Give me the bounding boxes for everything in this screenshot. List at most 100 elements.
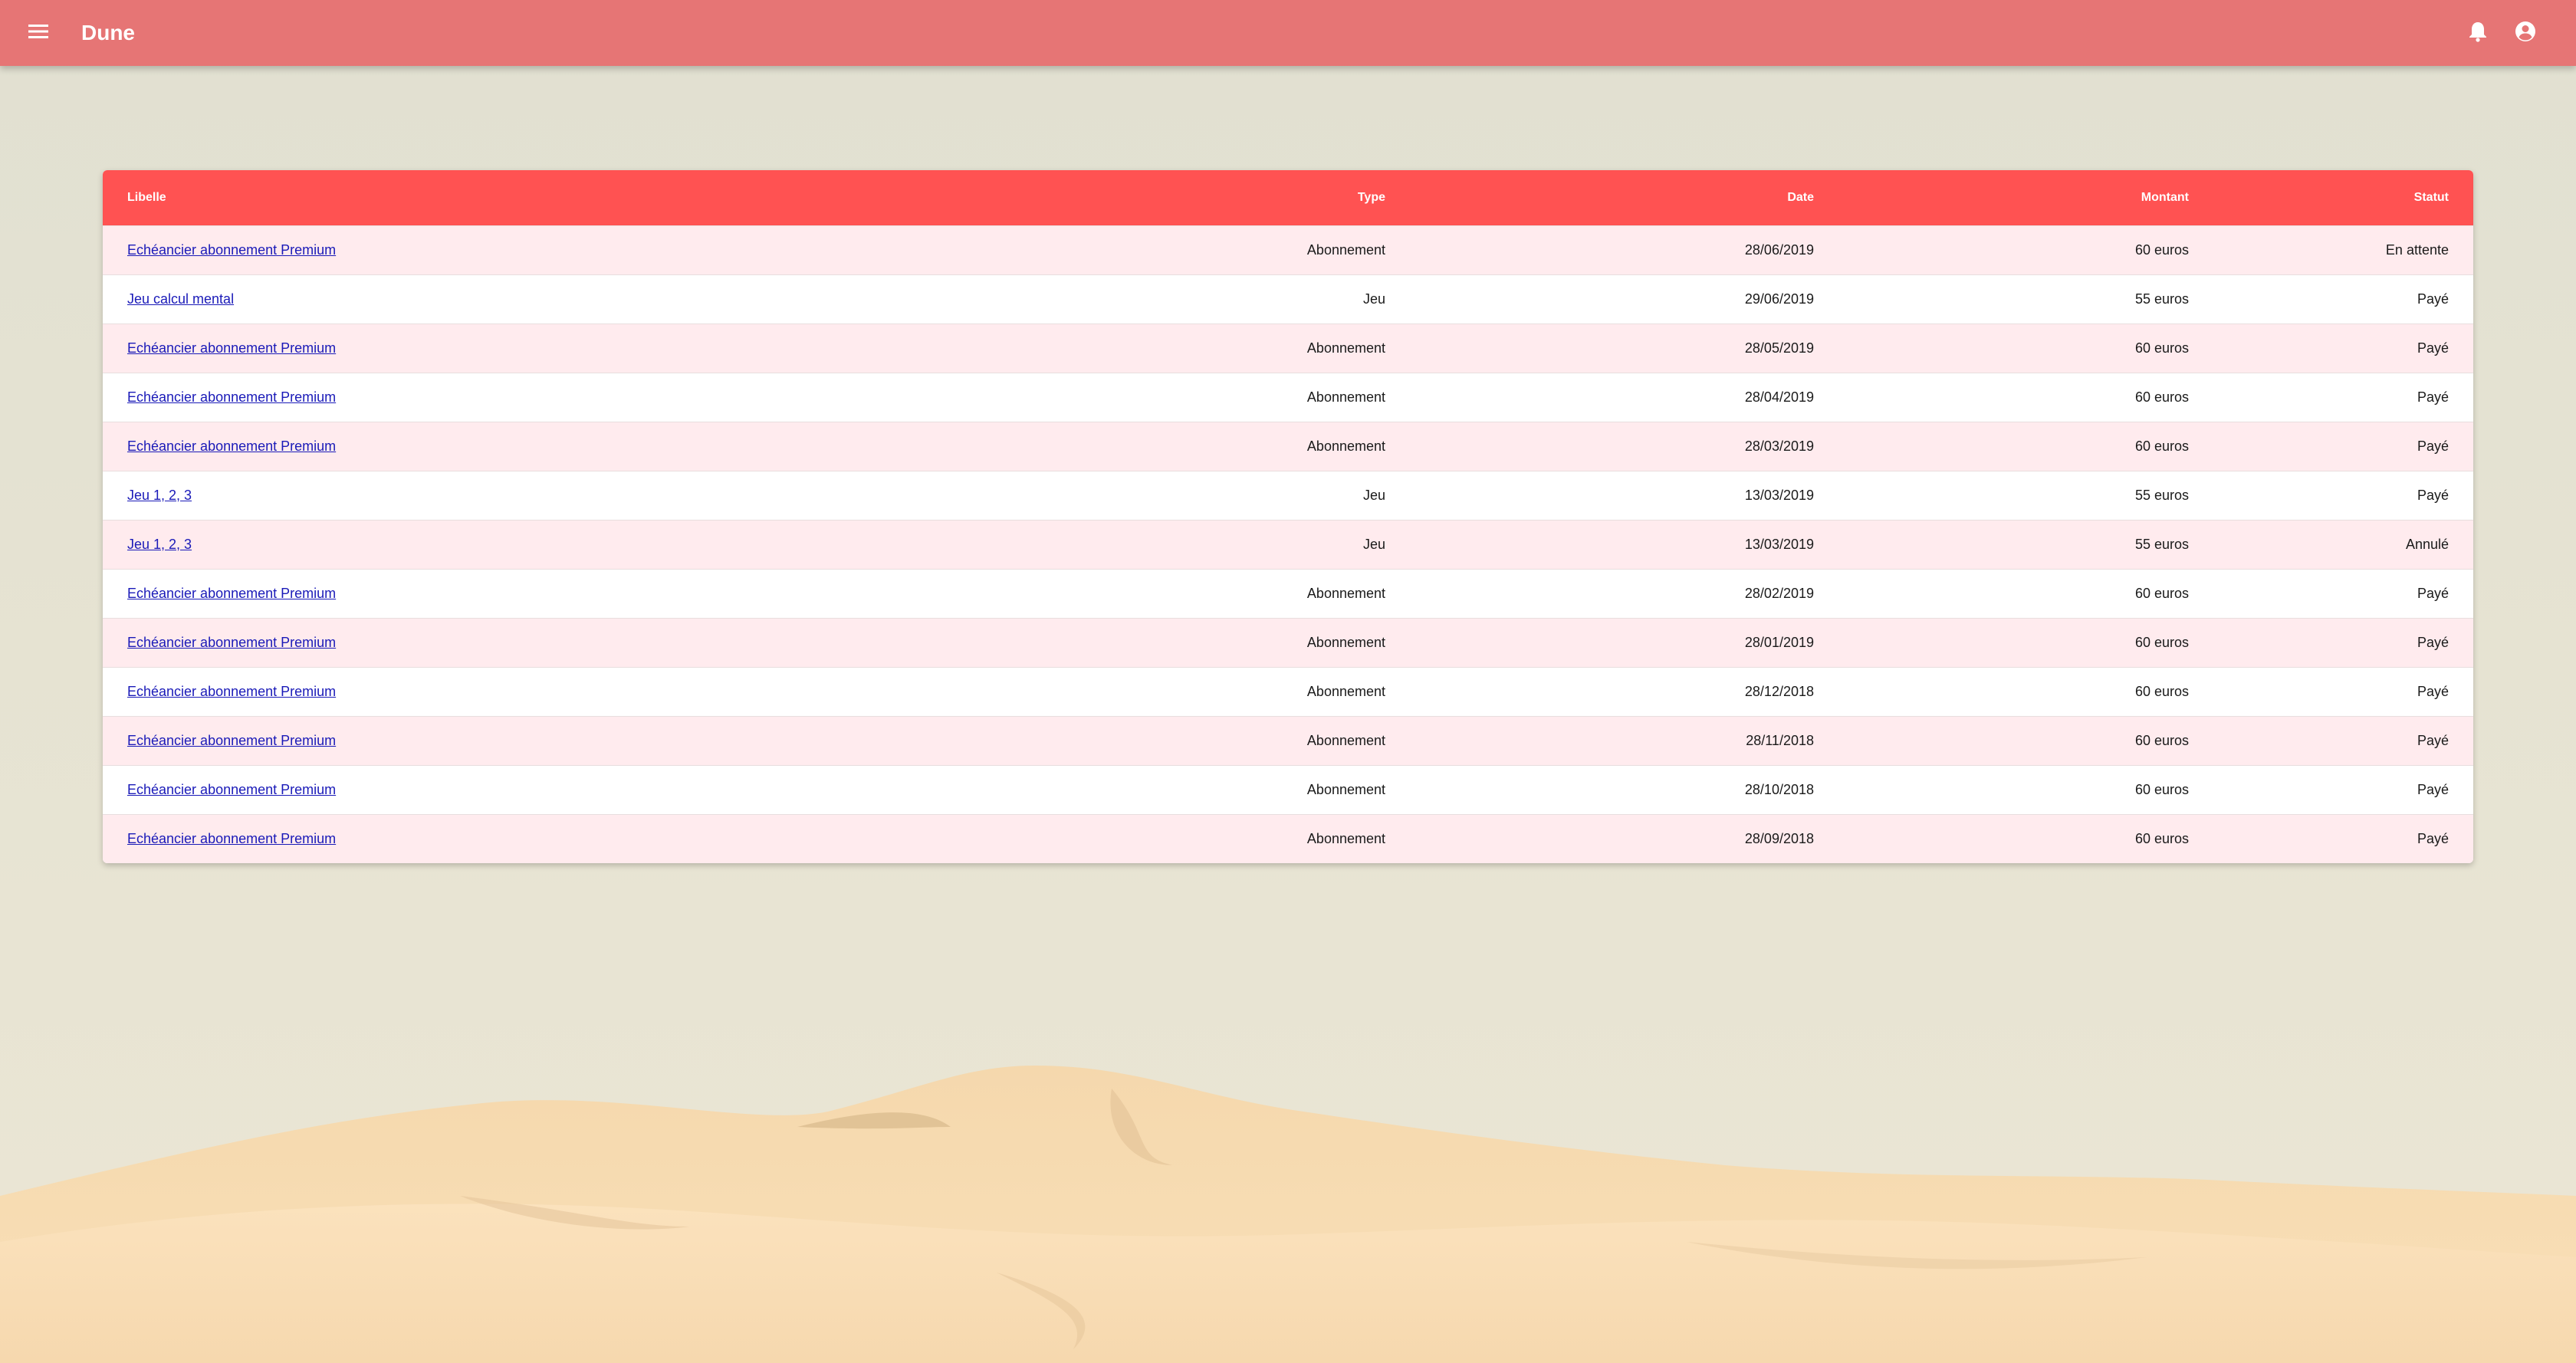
libelle-link[interactable]: Echéancier abonnement Premium <box>127 782 336 797</box>
cell-type: Jeu <box>1362 291 1385 307</box>
cell-libelle: Echéancier abonnement Premium <box>103 422 1202 471</box>
cell-type: Abonnement <box>1306 830 1385 846</box>
cell-libelle: Jeu 1, 2, 3 <box>103 471 1202 520</box>
cell-date: 28/01/2019 <box>1744 634 1814 650</box>
cell-statut: Payé <box>2417 487 2449 503</box>
cell-statut: Payé <box>2417 781 2449 797</box>
cell-montant: 60 euros <box>2134 732 2189 748</box>
cell-montant: 60 euros <box>2134 340 2189 356</box>
account-button[interactable] <box>2509 16 2542 50</box>
cell-date: 28/04/2019 <box>1744 389 1814 405</box>
table-row: Echéancier abonnement Premium Abonnement… <box>103 814 2473 863</box>
column-header-libelle[interactable]: Libelle <box>103 170 1202 225</box>
cell-montant: 55 euros <box>2134 487 2189 503</box>
cell-libelle: Echéancier abonnement Premium <box>103 618 1202 667</box>
cell-statut: Payé <box>2417 830 2449 846</box>
table-header-row: Libelle Type Date Montant Statut <box>103 170 2473 225</box>
cell-montant: 60 euros <box>2134 683 2189 699</box>
cell-libelle: Echéancier abonnement Premium <box>103 225 1202 274</box>
cell-statut: Payé <box>2417 683 2449 699</box>
cell-date: 13/03/2019 <box>1744 487 1814 503</box>
column-header-montant[interactable]: Montant <box>1838 170 2213 225</box>
notifications-button[interactable] <box>2461 16 2495 50</box>
column-header-type[interactable]: Type <box>1202 170 1410 225</box>
cell-libelle: Echéancier abonnement Premium <box>103 373 1202 422</box>
cell-libelle: Echéancier abonnement Premium <box>103 765 1202 814</box>
menu-button[interactable] <box>21 16 55 50</box>
cell-montant: 60 euros <box>2134 634 2189 650</box>
cell-date: 28/05/2019 <box>1744 340 1814 356</box>
table-row: Echéancier abonnement Premium Abonnement… <box>103 667 2473 716</box>
cell-libelle: Echéancier abonnement Premium <box>103 814 1202 863</box>
cell-date: 28/06/2019 <box>1744 241 1814 258</box>
cell-montant: 60 euros <box>2134 438 2189 454</box>
libelle-link[interactable]: Echéancier abonnement Premium <box>127 340 336 356</box>
cell-date: 28/12/2018 <box>1744 683 1814 699</box>
libelle-link[interactable]: Jeu calcul mental <box>127 291 234 307</box>
cell-statut: Payé <box>2417 291 2449 307</box>
cell-montant: 55 euros <box>2134 536 2189 552</box>
table-row: Echéancier abonnement Premium Abonnement… <box>103 569 2473 618</box>
app-title: Dune <box>81 21 135 44</box>
table-row: Echéancier abonnement Premium Abonnement… <box>103 324 2473 373</box>
cell-type: Abonnement <box>1306 340 1385 356</box>
cell-montant: 60 euros <box>2134 389 2189 405</box>
table-row: Echéancier abonnement Premium Abonnement… <box>103 716 2473 765</box>
cell-libelle: Echéancier abonnement Premium <box>103 716 1202 765</box>
column-header-date[interactable]: Date <box>1410 170 1838 225</box>
table-row: Jeu calcul mental Jeu 29/06/2019 55 euro… <box>103 274 2473 324</box>
libelle-link[interactable]: Echéancier abonnement Premium <box>127 389 336 405</box>
table-row: Jeu 1, 2, 3 Jeu 13/03/2019 55 euros Annu… <box>103 520 2473 569</box>
cell-date: 13/03/2019 <box>1744 536 1814 552</box>
libelle-link[interactable]: Jeu 1, 2, 3 <box>127 488 192 503</box>
cell-type: Abonnement <box>1306 389 1385 405</box>
column-header-statut[interactable]: Statut <box>2213 170 2473 225</box>
cell-date: 28/09/2018 <box>1744 830 1814 846</box>
libelle-link[interactable]: Echéancier abonnement Premium <box>127 438 336 454</box>
cell-montant: 55 euros <box>2134 291 2189 307</box>
cell-libelle: Echéancier abonnement Premium <box>103 324 1202 373</box>
cell-libelle: Jeu calcul mental <box>103 274 1202 324</box>
cell-type: Abonnement <box>1306 781 1385 797</box>
payments-table-card: Libelle Type Date Montant Statut Echéanc… <box>103 170 2473 863</box>
libelle-link[interactable]: Echéancier abonnement Premium <box>127 733 336 748</box>
cell-date: 28/02/2019 <box>1744 585 1814 601</box>
cell-montant: 60 euros <box>2134 241 2189 258</box>
libelle-link[interactable]: Echéancier abonnement Premium <box>127 635 336 650</box>
cell-statut: Payé <box>2417 389 2449 405</box>
cell-date: 28/10/2018 <box>1744 781 1814 797</box>
cell-date: 29/06/2019 <box>1744 291 1814 307</box>
cell-type: Abonnement <box>1306 634 1385 650</box>
cell-montant: 60 euros <box>2134 781 2189 797</box>
cell-statut: Annulé <box>2405 536 2449 552</box>
cell-type: Abonnement <box>1306 683 1385 699</box>
cell-libelle: Echéancier abonnement Premium <box>103 569 1202 618</box>
libelle-link[interactable]: Echéancier abonnement Premium <box>127 242 336 258</box>
cell-statut: Payé <box>2417 585 2449 601</box>
cell-type: Abonnement <box>1306 732 1385 748</box>
libelle-link[interactable]: Echéancier abonnement Premium <box>127 684 336 699</box>
cell-statut: Payé <box>2417 634 2449 650</box>
libelle-link[interactable]: Echéancier abonnement Premium <box>127 831 336 846</box>
libelle-link[interactable]: Jeu 1, 2, 3 <box>127 537 192 552</box>
cell-statut: En attente <box>2385 241 2449 258</box>
cell-type: Jeu <box>1362 487 1385 503</box>
table-row: Echéancier abonnement Premium Abonnement… <box>103 618 2473 667</box>
cell-date: 28/03/2019 <box>1744 438 1814 454</box>
account-circle-icon <box>2515 21 2536 46</box>
cell-type: Abonnement <box>1306 585 1385 601</box>
cell-statut: Payé <box>2417 732 2449 748</box>
table-row: Echéancier abonnement Premium Abonnement… <box>103 373 2473 422</box>
cell-libelle: Jeu 1, 2, 3 <box>103 520 1202 569</box>
menu-icon <box>28 24 48 43</box>
cell-statut: Payé <box>2417 438 2449 454</box>
cell-statut: Payé <box>2417 340 2449 356</box>
table-row: Echéancier abonnement Premium Abonnement… <box>103 225 2473 274</box>
app-bar: Dune <box>0 0 2576 66</box>
table-row: Jeu 1, 2, 3 Jeu 13/03/2019 55 euros Payé <box>103 471 2473 520</box>
libelle-link[interactable]: Echéancier abonnement Premium <box>127 586 336 601</box>
table-row: Echéancier abonnement Premium Abonnement… <box>103 765 2473 814</box>
cell-montant: 60 euros <box>2134 585 2189 601</box>
cell-type: Abonnement <box>1306 241 1385 258</box>
bell-icon <box>2468 21 2488 46</box>
